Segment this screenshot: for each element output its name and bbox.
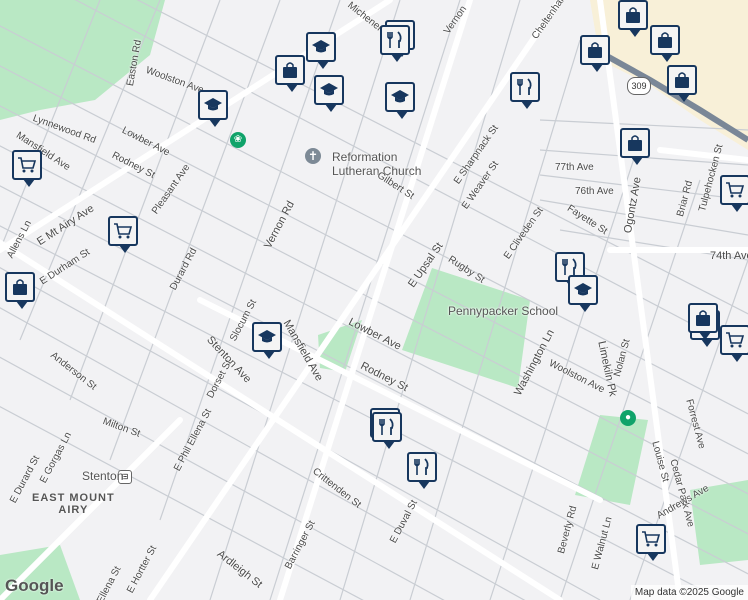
school-marker[interactable] [198,90,228,127]
grocery-icon [642,531,661,547]
street-label: 76th Ave [575,186,614,197]
shopping-marker[interactable] [5,272,35,309]
restaurant-marker[interactable] [380,25,410,62]
shopping-icon [628,135,642,151]
grocery-marker[interactable] [108,216,138,253]
shopping-marker[interactable] [667,65,697,102]
shopping-icon [658,32,672,48]
school-marker[interactable] [385,82,415,119]
shopping-marker[interactable] [618,0,648,37]
restaurant-icon [414,458,429,475]
street-label: 77th Ave [555,162,594,173]
shopping-marker[interactable] [580,35,610,72]
school-icon [391,90,409,103]
map-attribution[interactable]: Map data ©2025 Google [630,585,748,600]
grocery-marker[interactable] [636,524,666,561]
school-icon [574,283,592,296]
restaurant-icon [562,258,577,275]
school-icon [320,83,338,96]
shopping-marker[interactable] [688,303,718,340]
school-label[interactable]: Pennypacker School [448,304,558,318]
shopping-marker[interactable] [275,55,305,92]
street-label: 74th Ave [710,250,748,262]
grocery-marker[interactable] [720,175,748,212]
grocery-icon [726,182,745,198]
grocery-marker[interactable] [12,150,42,187]
school-marker[interactable] [568,275,598,312]
grocery-icon [18,157,37,173]
grocery-icon [726,332,745,348]
google-logo: Google [5,576,64,595]
shopping-icon [588,42,602,58]
school-icon [312,40,330,53]
restaurant-marker[interactable] [372,412,402,449]
school-icon [258,330,276,343]
church-label[interactable]: Reformation Lutheran Church [332,150,421,178]
restaurant-icon [379,418,394,435]
neighborhood-label: EAST MOUNT AIRY [32,492,115,516]
restaurant-marker[interactable] [407,452,437,489]
school-icon [204,98,222,111]
shopping-icon [283,62,297,78]
school-marker[interactable] [252,322,282,359]
map-canvas[interactable]: EAST MOUNT AIRY ⊟ Stenton ✝ Reformation … [0,0,748,600]
route-309-shield: 309 [627,77,651,95]
station-label[interactable]: Stenton [82,469,123,483]
park-icon[interactable]: ● [620,410,636,426]
shopping-icon [675,72,689,88]
restaurant-icon [387,31,402,48]
park-icon[interactable]: ❀ [230,132,246,148]
grocery-icon [114,223,133,239]
shopping-icon [13,279,27,295]
restaurant-marker[interactable] [510,72,540,109]
shopping-marker[interactable] [620,128,650,165]
grocery-marker[interactable] [720,325,748,362]
school-marker[interactable] [314,75,344,112]
shopping-marker[interactable] [650,25,680,62]
school-marker[interactable] [306,32,336,69]
church-icon[interactable]: ✝ [305,148,321,164]
shopping-icon [626,7,640,23]
restaurant-icon [517,78,532,95]
shopping-icon [696,310,710,326]
